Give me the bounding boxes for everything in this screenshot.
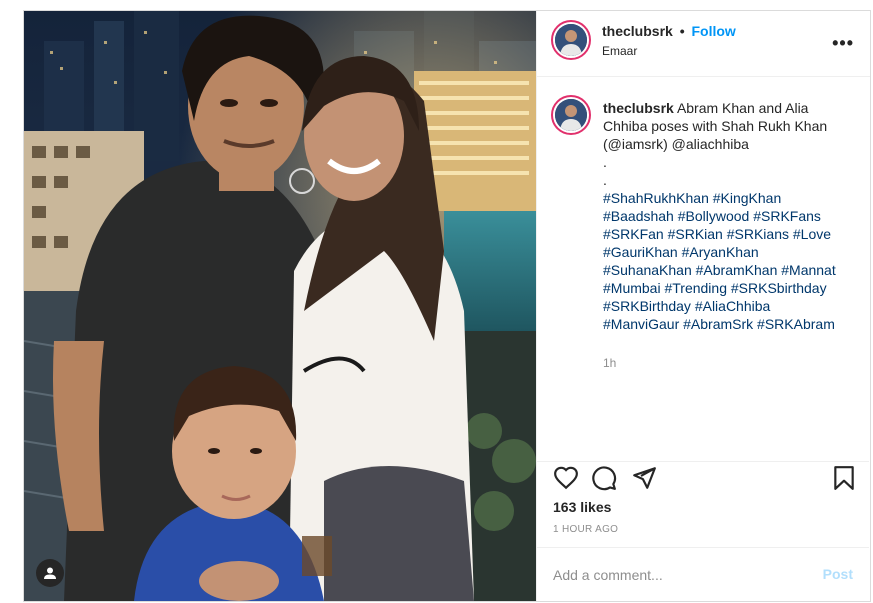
caption-dot: . (603, 154, 607, 170)
avatar-image (555, 99, 587, 131)
avatar-image (555, 24, 587, 56)
caption-avatar[interactable] (551, 95, 591, 135)
separator-dot: • (679, 23, 685, 39)
paper-plane-icon[interactable] (631, 465, 657, 496)
username-link[interactable]: theclubsrk (602, 23, 673, 39)
hashtag-line[interactable]: #SRKFan #SRKian #SRKians #Love (603, 226, 831, 242)
hashtag-line[interactable]: #GauriKhan #AryanKhan (603, 244, 759, 260)
hashtag-line[interactable]: #Mumbai #Trending #SRKSbirthday (603, 280, 827, 296)
hashtag-line[interactable]: #ManviGaur #AbramSrk #SRKAbram (603, 316, 835, 332)
bookmark-icon[interactable] (831, 465, 857, 496)
heart-glyph (554, 466, 578, 490)
caption-text: theclubsrk Abram Khan and Alia Chhiba po… (603, 99, 853, 333)
caption-username[interactable]: theclubsrk (603, 100, 674, 116)
more-options-icon[interactable]: ••• (832, 33, 854, 54)
post-timestamp: 1 HOUR AGO (553, 524, 619, 535)
follow-button[interactable]: Follow (692, 23, 736, 39)
avatar-glyph (555, 99, 587, 131)
avatar[interactable] (551, 20, 591, 60)
instagram-post-page: theclubsrk • Follow Emaar ••• theclubsrk… (0, 0, 873, 603)
post-card: theclubsrk • Follow Emaar ••• theclubsrk… (23, 10, 871, 602)
comment-icon[interactable] (591, 465, 617, 496)
caption-dot: . (603, 172, 607, 188)
paper-plane-glyph (633, 467, 656, 489)
hashtag-line[interactable]: #SRKBirthday #AliaChhiba (603, 298, 770, 314)
hashtag-line[interactable]: #SuhanaKhan #AbramKhan #Mannat (603, 262, 836, 278)
post-photo[interactable] (24, 11, 536, 601)
bookmark-glyph (834, 466, 854, 490)
likes-count[interactable]: 163 likes (553, 499, 611, 515)
post-comment-button[interactable]: Post (823, 566, 853, 582)
comment-input[interactable] (553, 564, 793, 586)
avatar-glyph (555, 24, 587, 56)
post-header: theclubsrk • Follow Emaar ••• (537, 11, 870, 77)
heart-icon[interactable] (553, 465, 579, 496)
user-tag-glyph (44, 567, 56, 579)
hashtag-line[interactable]: #Baadshah #Bollywood #SRKFans (603, 208, 821, 224)
caption-section: theclubsrk Abram Khan and Alia Chhiba po… (537, 77, 869, 462)
header-line: theclubsrk • Follow (602, 23, 736, 39)
user-tag-icon[interactable] (36, 559, 64, 587)
comment-form: Post (537, 547, 869, 602)
comment-glyph (592, 466, 617, 491)
post-sidebar: theclubsrk • Follow Emaar ••• theclubsrk… (536, 11, 870, 601)
photo-illustration (24, 11, 536, 601)
caption-timestamp: 1h (603, 356, 617, 370)
location-link[interactable]: Emaar (602, 44, 637, 58)
hashtag-line[interactable]: #ShahRukhKhan #KingKhan (603, 190, 781, 206)
action-bar (551, 465, 857, 495)
